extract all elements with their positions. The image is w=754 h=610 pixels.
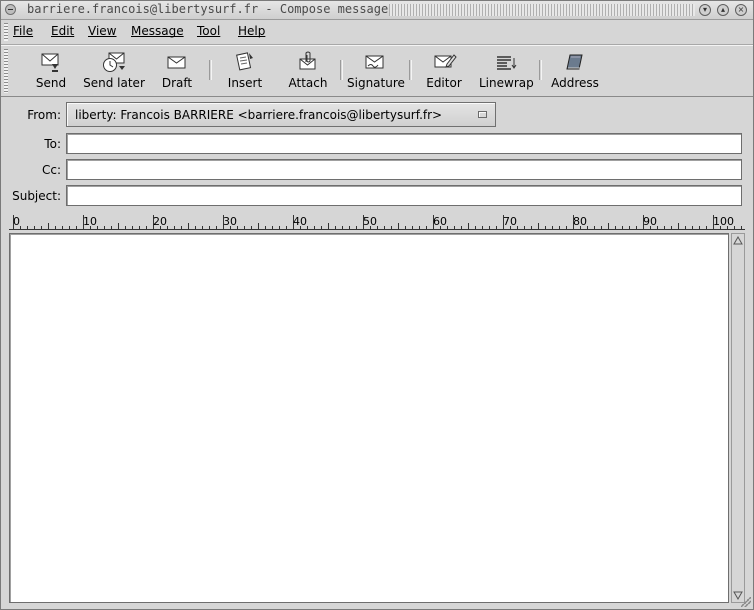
signature-label: Signature: [347, 76, 405, 90]
toolbar-separator: [539, 60, 542, 80]
message-body-editor[interactable]: [9, 233, 729, 603]
linewrap-button[interactable]: Linewrap: [479, 50, 534, 94]
send-later-button[interactable]: Send later: [83, 50, 145, 94]
toolbar-separator: [409, 60, 412, 80]
compose-window: barriere.francois@libertysurf.fr - Compo…: [0, 0, 754, 610]
menu-tool[interactable]: Tool: [197, 24, 220, 38]
signature-button[interactable]: Signature: [347, 50, 405, 94]
linewrap-icon: [497, 56, 517, 70]
insert-icon: [236, 52, 253, 71]
send-label: Send: [35, 76, 67, 90]
signature-icon: [365, 55, 384, 69]
from-account-select[interactable]: liberty: Francois BARRIERE <barriere.fra…: [66, 102, 496, 127]
editor-button[interactable]: Editor: [425, 50, 463, 94]
draft-label: Draft: [161, 76, 193, 90]
window-resize-grip-icon[interactable]: [741, 597, 751, 607]
attach-label: Attach: [288, 76, 328, 90]
cc-field[interactable]: [66, 159, 742, 180]
ruler-label-40: 40: [293, 215, 307, 228]
menu-edit[interactable]: Edit: [51, 24, 74, 38]
menu-file[interactable]: File: [13, 24, 33, 38]
draft-button[interactable]: Draft: [157, 50, 197, 94]
ruler-label-70: 70: [503, 215, 517, 228]
close-icon[interactable]: ×: [735, 4, 747, 16]
ruler-label-80: 80: [573, 215, 587, 228]
window-menu-icon[interactable]: [5, 4, 16, 15]
address-label: Address: [551, 76, 599, 90]
ruler-ticks: [9, 215, 745, 230]
menu-message[interactable]: Message: [131, 24, 184, 38]
ruler-label-0: 0: [13, 215, 20, 228]
ruler-label-90: 90: [643, 215, 657, 228]
editor-icon: [434, 54, 457, 68]
send-button[interactable]: Send: [31, 50, 71, 94]
from-label: From:: [27, 108, 61, 122]
column-ruler: 0 10 20 30 40 50 60 70 80 90 100: [9, 213, 745, 233]
ruler-label-30: 30: [223, 215, 237, 228]
toolbar-separator: [209, 60, 212, 80]
cc-label: Cc:: [41, 163, 61, 177]
insert-label: Insert: [227, 76, 263, 90]
dropdown-indicator-icon: [478, 111, 487, 118]
address-book-icon: [566, 54, 583, 70]
attach-icon: [299, 51, 316, 70]
title-bar-grip: [389, 4, 695, 16]
subject-field[interactable]: [66, 185, 742, 206]
ruler-label-50: 50: [363, 215, 377, 228]
minimize-icon[interactable]: ▾: [699, 4, 711, 16]
menu-help[interactable]: Help: [238, 24, 265, 38]
send-later-icon: [103, 52, 125, 72]
from-account-value: liberty: Francois BARRIERE <barriere.fra…: [75, 108, 443, 122]
menu-bar: File Edit View Message Tool Help: [1, 20, 753, 45]
subject-label: Subject:: [12, 189, 61, 203]
window-title: barriere.francois@libertysurf.fr - Compo…: [27, 2, 389, 16]
send-icon: [41, 53, 59, 72]
toolbar-separator: [340, 60, 343, 80]
scroll-up-arrow-icon[interactable]: [733, 235, 743, 247]
body-vertical-scrollbar[interactable]: [731, 233, 745, 603]
linewrap-label: Linewrap: [479, 76, 534, 90]
ruler-label-20: 20: [153, 215, 167, 228]
ruler-label-60: 60: [433, 215, 447, 228]
attach-button[interactable]: Attach: [287, 50, 329, 94]
ruler-label-100: 100: [713, 215, 734, 228]
menu-view[interactable]: View: [88, 24, 116, 38]
to-label: To:: [44, 137, 61, 151]
editor-label: Editor: [426, 76, 462, 90]
address-button[interactable]: Address: [551, 50, 599, 94]
to-field[interactable]: [66, 133, 742, 154]
toolbar: Send Send later Draft Insert Attach Sign…: [1, 45, 753, 97]
draft-icon: [167, 56, 186, 69]
maximize-icon[interactable]: ▴: [717, 4, 729, 16]
menu-bar-grip[interactable]: [4, 23, 8, 41]
insert-button[interactable]: Insert: [223, 50, 267, 94]
title-bar[interactable]: barriere.francois@libertysurf.fr - Compo…: [1, 1, 753, 20]
toolbar-grip[interactable]: [4, 49, 8, 93]
send-later-label: Send later: [83, 76, 145, 90]
ruler-label-10: 10: [83, 215, 97, 228]
